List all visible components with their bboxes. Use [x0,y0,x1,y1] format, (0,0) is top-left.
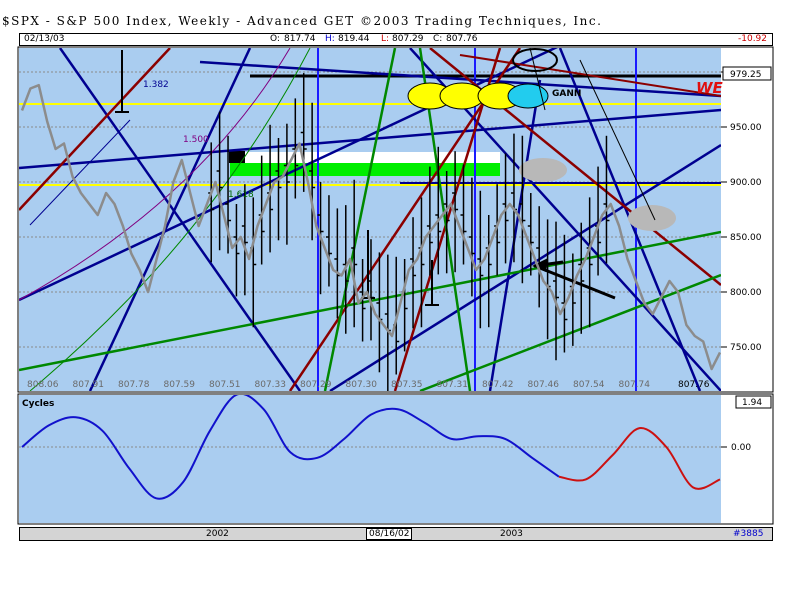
bottom-label: 807.42 [482,380,514,390]
bottom-label: 807.78 [118,380,150,390]
bottom-label: 807.51 [209,380,241,390]
price-marker: 979.25 [730,70,762,80]
chart-canvas: 1.382 1.500 1.618 GANN WE 808.06 807.91 80… [17,46,774,525]
bottom-label: 807.46 [528,380,560,390]
cursor-date[interactable]: 08/16/02 [366,528,413,540]
year-2003: 2003 [500,529,523,539]
y-tick-label: 800.00 [730,288,762,298]
bottom-label: 807.74 [619,380,651,390]
bottom-label: 807.31 [437,380,469,390]
status-bar: 2002 08/16/02 2003 #3885 [19,527,773,541]
bar-count: #3885 [733,529,764,539]
cycles-title: Cycles [22,399,54,409]
y-tick-label: 850.00 [730,233,762,243]
year-2002: 2002 [206,529,229,539]
cycles-value: 1.94 [742,398,762,408]
bottom-label: 807.91 [73,380,105,390]
price-axis [721,48,772,391]
bottom-label: 808.06 [27,380,59,390]
gann-ellipse-2 [439,82,485,110]
fib-label-1382: 1.382 [143,80,169,90]
last-price-label: 807.76 [678,380,710,390]
y-tick-label: 950.00 [730,123,762,133]
bottom-label: 807.54 [573,380,605,390]
bottom-label: 807.29 [300,380,332,390]
watermark-logo: WE [696,79,724,97]
fib-marker-black [229,151,245,163]
projection-ellipse-2 [628,205,676,231]
bottom-label: 807.59 [164,380,196,390]
cycles-zero-tick: 0.00 [731,443,751,453]
bottom-label: 807.33 [255,380,287,390]
projection-ellipse-1 [519,158,567,182]
fib-label-1500: 1.500 [183,135,209,145]
y-tick-label: 750.00 [730,343,762,353]
bottom-label: 807.35 [391,380,423,390]
y-tick-label: 900.00 [730,178,762,188]
fib-label-1618: 1.618 [228,190,254,200]
bottom-label: 807.30 [346,380,378,390]
gann-label: GANN [552,89,581,99]
